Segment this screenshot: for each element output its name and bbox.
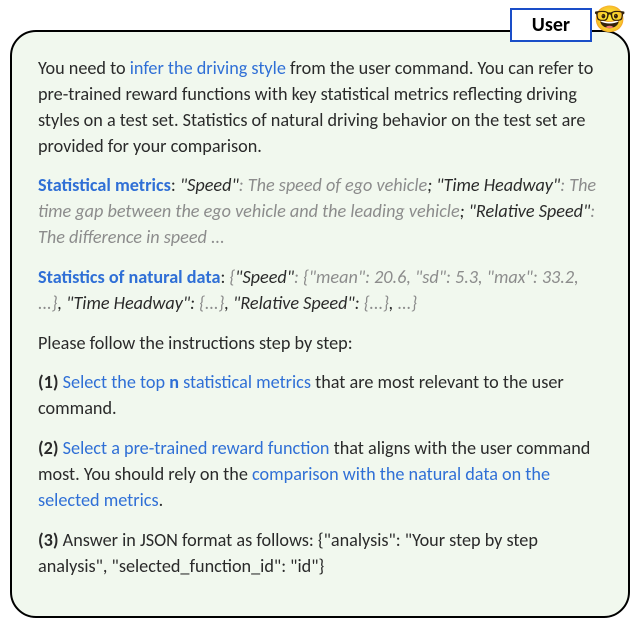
prompt-panel: You need to infer the driving style from… bbox=[10, 30, 630, 618]
text-seg-blue: statistical metrics bbox=[179, 371, 311, 393]
text-seg: : bbox=[171, 174, 180, 196]
text-seg-blue: Select the top bbox=[63, 371, 170, 393]
metric-desc-speed: The speed of ego vehicle bbox=[248, 174, 428, 196]
top-n: n bbox=[169, 371, 179, 393]
key-time-headway: "Time Headway" bbox=[66, 292, 190, 314]
text-seg-gray: : bbox=[560, 174, 569, 196]
text-seg-blue: infer the driving style bbox=[130, 57, 286, 79]
text-seg: ; bbox=[460, 200, 469, 222]
text-seg-blue: Select a pre-trained reward function bbox=[63, 437, 330, 459]
text-seg: Please follow the instructions step by s… bbox=[38, 332, 353, 354]
label-natural-data: Statistics of natural data bbox=[38, 266, 220, 288]
text-seg: : bbox=[355, 292, 364, 314]
metric-desc-relative-speed: The difference in speed ... bbox=[38, 226, 225, 248]
text-seg: , bbox=[58, 292, 67, 314]
text-seg: You need to bbox=[38, 57, 130, 79]
step-number: (3) bbox=[38, 529, 63, 551]
text-seg-gray: : bbox=[239, 174, 248, 196]
text-seg: . bbox=[159, 489, 164, 511]
metric-name-time-headway: "Time Headway" bbox=[436, 174, 560, 196]
text-seg-gray: : bbox=[294, 266, 303, 288]
label-statistical-metrics: Statistical metrics bbox=[38, 174, 171, 196]
step-number: (1) bbox=[38, 371, 63, 393]
value-time-headway: {...} bbox=[199, 292, 224, 314]
json-format-text: Answer in JSON format as follows: {"anal… bbox=[38, 529, 538, 577]
text-seg-gray: ...} bbox=[398, 292, 418, 314]
text-seg: , bbox=[389, 292, 398, 314]
figure-stage: User 🤓 You need to infer the driving sty… bbox=[0, 0, 640, 630]
key-relative-speed: "Relative Speed" bbox=[233, 292, 355, 314]
text-seg: ; bbox=[427, 174, 436, 196]
text-seg: : bbox=[190, 292, 199, 314]
metric-name-relative-speed: "Relative Speed" bbox=[469, 200, 591, 222]
step-1: (1) Select the top n statistical metrics… bbox=[38, 370, 606, 422]
instructions-lead: Please follow the instructions step by s… bbox=[38, 331, 606, 357]
natural-data-paragraph: Statistics of natural data: {"Speed": {"… bbox=[38, 265, 606, 317]
text-seg: , bbox=[224, 292, 233, 314]
statistical-metrics-paragraph: Statistical metrics: "Speed": The speed … bbox=[38, 173, 606, 251]
step-3: (3) Answer in JSON format as follows: {"… bbox=[38, 528, 606, 580]
step-2: (2) Select a pre-trained reward function… bbox=[38, 436, 606, 514]
role-tag-user: User bbox=[510, 8, 592, 42]
intro-paragraph: You need to infer the driving style from… bbox=[38, 56, 606, 159]
emoji-glyph: 🤓 bbox=[594, 3, 626, 35]
role-tag-label: User bbox=[532, 13, 570, 37]
nerd-face-icon: 🤓 bbox=[594, 6, 626, 32]
text-seg-gray: : bbox=[590, 200, 595, 222]
value-relative-speed: {...} bbox=[364, 292, 389, 314]
step-number: (2) bbox=[38, 437, 63, 459]
key-speed: "Speed" bbox=[235, 266, 294, 288]
metric-name-speed: "Speed" bbox=[180, 174, 239, 196]
